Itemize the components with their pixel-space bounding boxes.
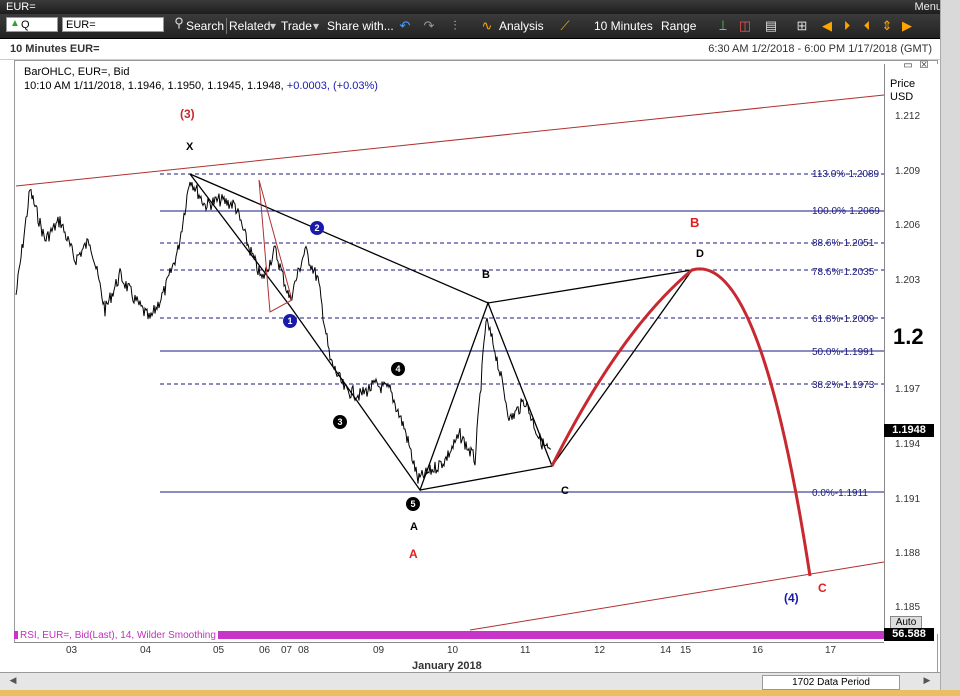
date-tick: 15 bbox=[680, 645, 692, 656]
price-chart[interactable]: 113.0%-1.2089 100.0%-1.2069 88.6%-1.2051… bbox=[0, 0, 940, 640]
fib-label: 100.0%-1.2069 bbox=[812, 206, 880, 217]
projection-curve bbox=[550, 267, 812, 577]
window-frame bbox=[0, 690, 960, 696]
data-period-field[interactable]: 1702 Data Period bbox=[762, 675, 900, 690]
date-tick: 04 bbox=[140, 645, 152, 656]
fibonacci-lines bbox=[160, 173, 884, 493]
wave-1-label: 1 bbox=[287, 316, 292, 326]
date-tick: 03 bbox=[66, 645, 78, 656]
date-tick: 05 bbox=[213, 645, 225, 656]
rsi-label: RSI, EUR=, Bid(Last), 14, Wilder Smoothi… bbox=[18, 630, 218, 641]
wave-4-label: 4 bbox=[395, 364, 400, 374]
fib-label: 78.6%-1.2035 bbox=[812, 267, 875, 278]
wave-label-a: A bbox=[410, 521, 418, 533]
date-tick: 09 bbox=[373, 645, 385, 656]
scroll-left-arrow-icon[interactable]: ◀ bbox=[6, 673, 20, 687]
date-tick: 12 bbox=[594, 645, 606, 656]
wave-label-d: D bbox=[696, 248, 704, 260]
date-tick: 16 bbox=[752, 645, 764, 656]
vertical-scrollbar[interactable] bbox=[940, 0, 960, 696]
fib-label: 88.6%-1.2051 bbox=[812, 238, 875, 249]
wave-labels: (3) X B D B C A A (4) C bbox=[180, 107, 827, 605]
fib-label: 38.2%-1.1973 bbox=[812, 380, 875, 391]
wave-label-c-red: C bbox=[818, 581, 827, 595]
wave-label-b-red: B bbox=[690, 215, 699, 230]
scroll-right-arrow-icon[interactable]: ▶ bbox=[920, 673, 934, 687]
wave-2-label: 2 bbox=[314, 223, 319, 233]
wave-x-to-b-line bbox=[189, 173, 693, 304]
date-tick: 11 bbox=[520, 645, 531, 656]
wave-a-to-c-line bbox=[419, 465, 553, 491]
wave-label-4-paren: (4) bbox=[784, 591, 799, 605]
wave-label-c: C bbox=[561, 485, 569, 497]
date-tick: 14 bbox=[660, 645, 672, 656]
wave-label-a-red: A bbox=[409, 547, 418, 561]
month-label: January 2018 bbox=[412, 660, 482, 672]
date-tick: 17 bbox=[825, 645, 837, 656]
wave-label-b: B bbox=[482, 269, 490, 281]
fib-label: 61.8%-1.2009 bbox=[812, 314, 875, 325]
channel-upper-line bbox=[15, 94, 885, 187]
wave-x-to-a-line bbox=[189, 173, 693, 492]
wave-5-label: 5 bbox=[410, 499, 415, 509]
wave-label-3-paren: (3) bbox=[180, 107, 195, 121]
date-tick: 06 bbox=[259, 645, 271, 656]
wave-label-x: X bbox=[186, 141, 194, 153]
fib-label: 0.0%-1.1911 bbox=[812, 488, 868, 499]
rsi-value-badge: 56.588 bbox=[884, 628, 934, 641]
wave-3-label: 3 bbox=[337, 417, 342, 427]
fib-label: 50.0%-1.1991 bbox=[812, 347, 875, 358]
price-series bbox=[15, 181, 552, 484]
fib-labels: 113.0%-1.2089 100.0%-1.2069 88.6%-1.2051… bbox=[812, 169, 880, 499]
channel-lower-line bbox=[469, 561, 885, 631]
date-tick: 08 bbox=[298, 645, 310, 656]
fib-label: 113.0%-1.2089 bbox=[812, 169, 880, 180]
date-tick: 10 bbox=[447, 645, 459, 656]
date-tick: 07 bbox=[281, 645, 293, 656]
